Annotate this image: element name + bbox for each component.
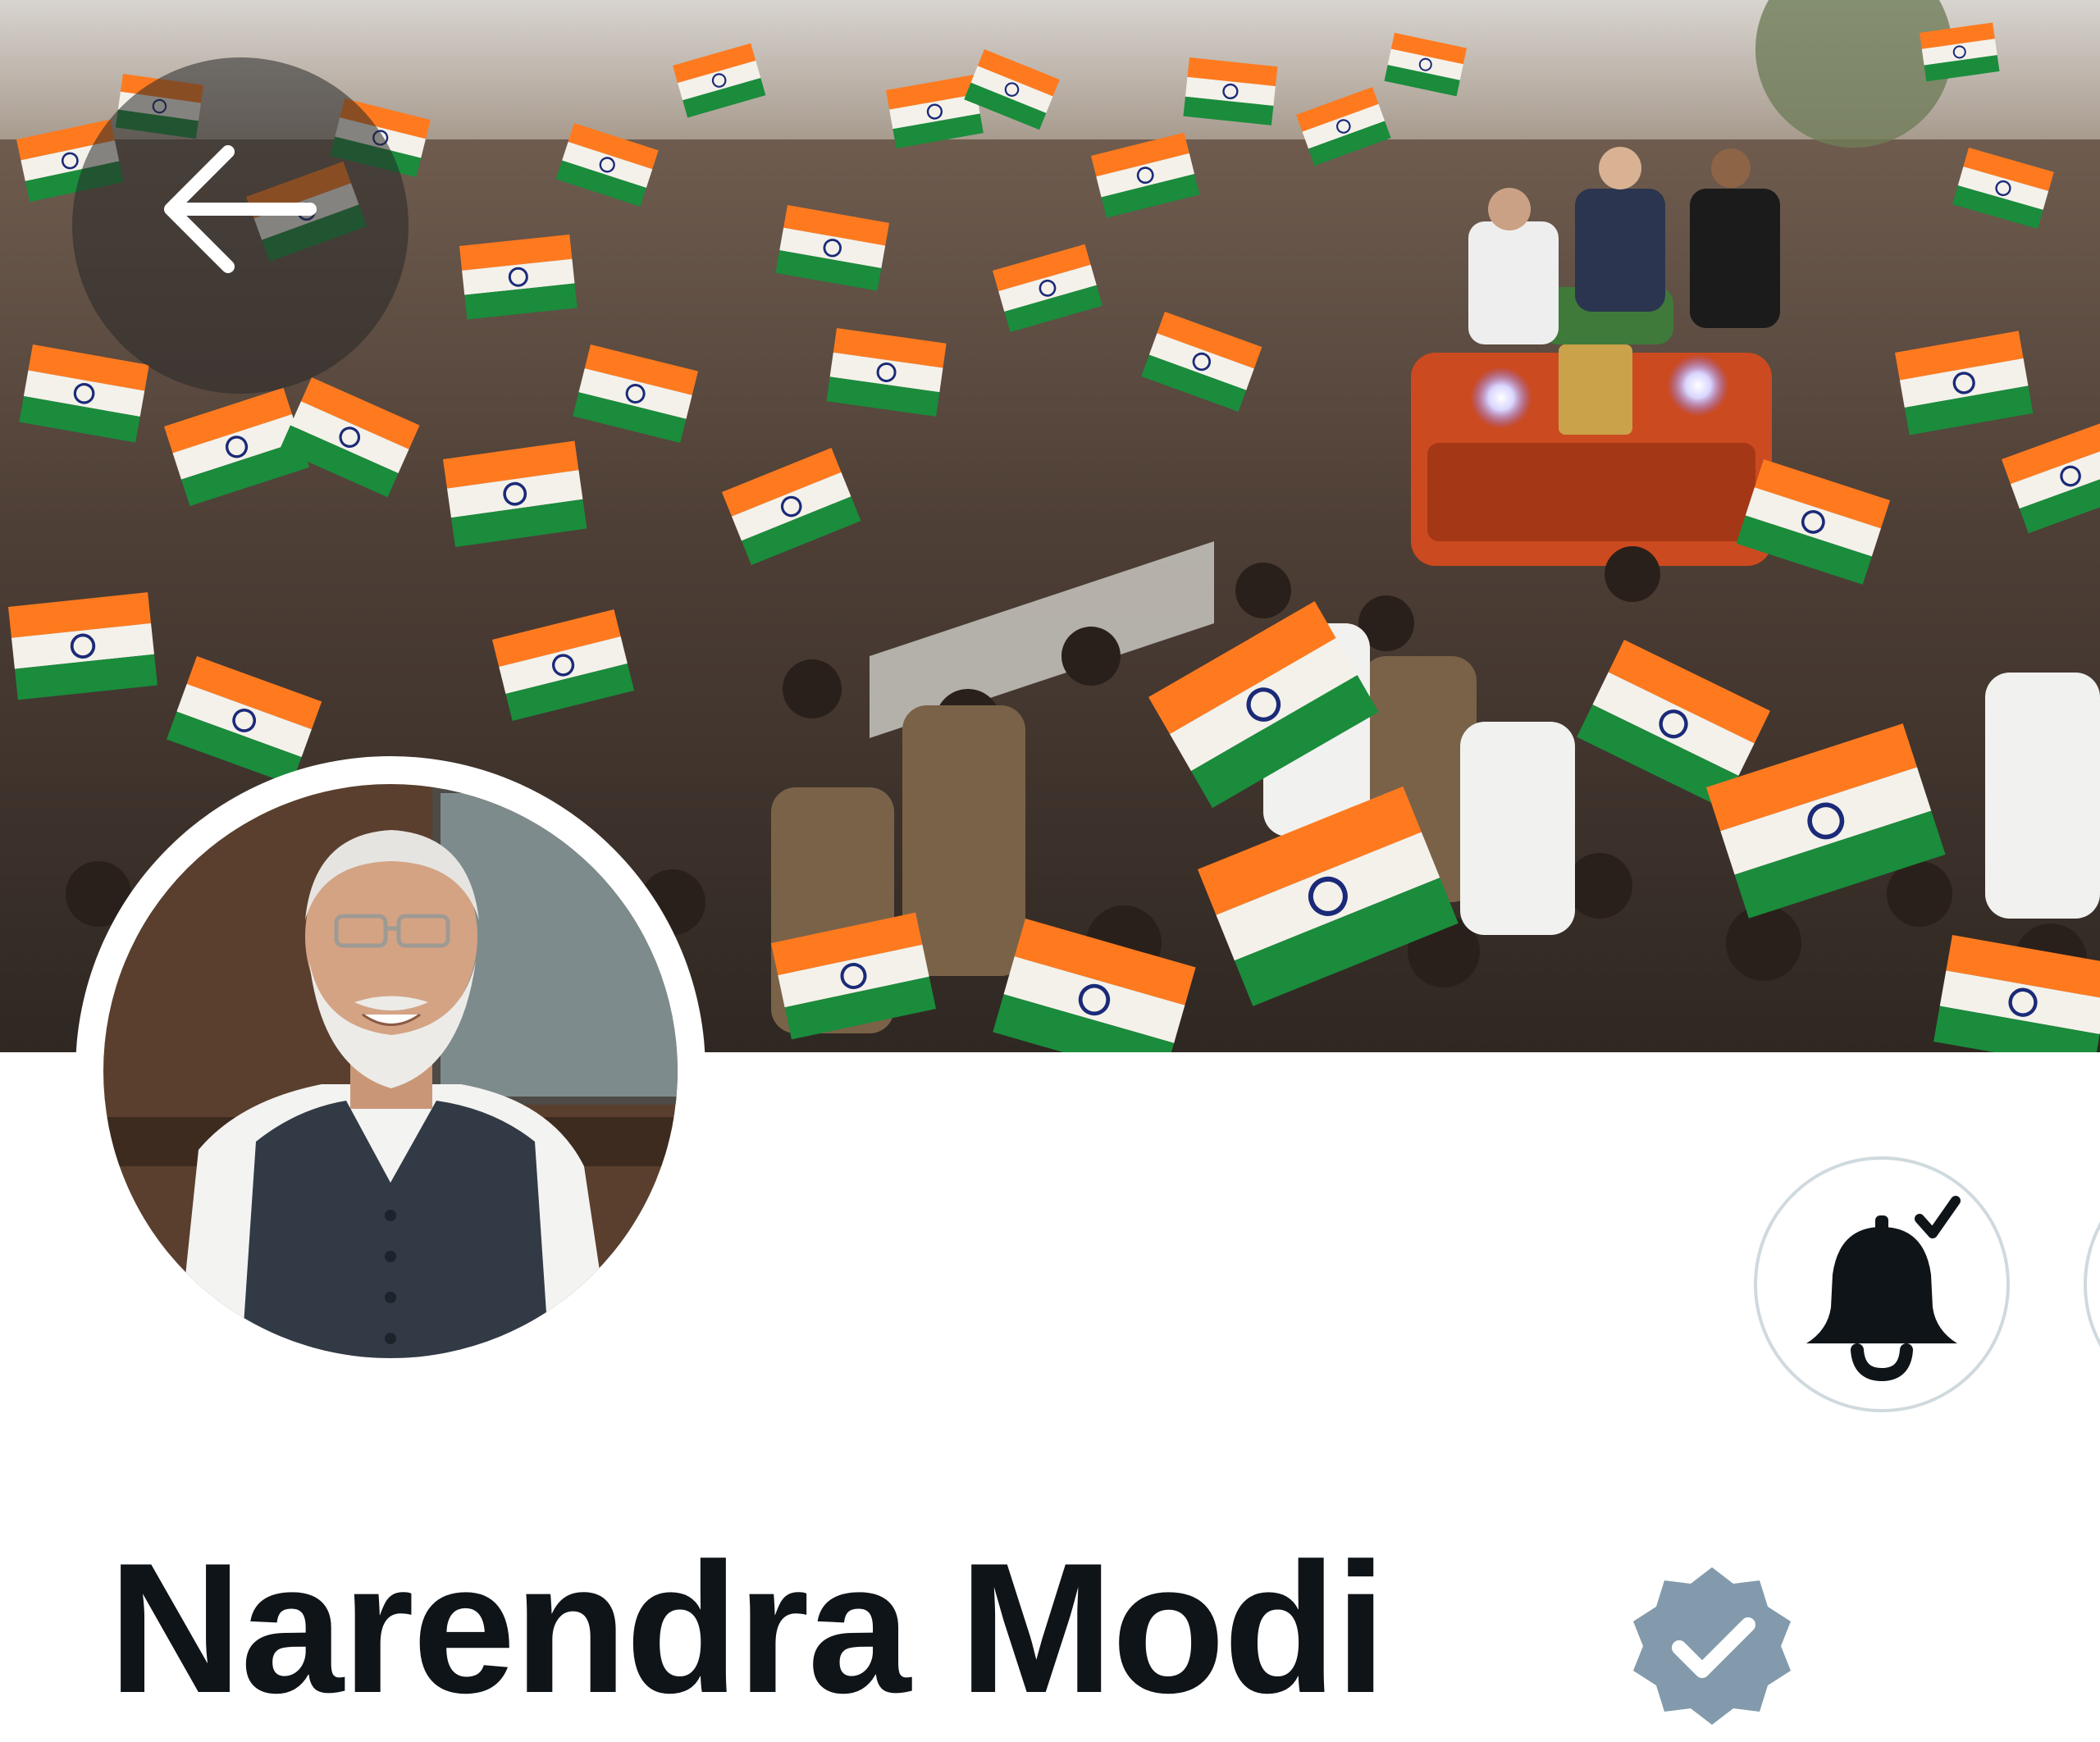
notifications-button[interactable] bbox=[1754, 1156, 2010, 1412]
avatar-portrait bbox=[103, 784, 678, 1358]
profile-display-name: Narendra Modi bbox=[108, 1524, 1386, 1731]
arrow-left-icon bbox=[164, 145, 317, 273]
more-options-button[interactable] bbox=[2084, 1156, 2100, 1412]
bell-check-icon bbox=[1806, 1196, 1961, 1382]
profile-screen: Narendra Modi bbox=[0, 0, 2100, 1742]
profile-avatar[interactable] bbox=[75, 756, 705, 1386]
verified-badge-icon bbox=[1633, 1567, 1791, 1725]
back-button[interactable] bbox=[72, 57, 409, 394]
